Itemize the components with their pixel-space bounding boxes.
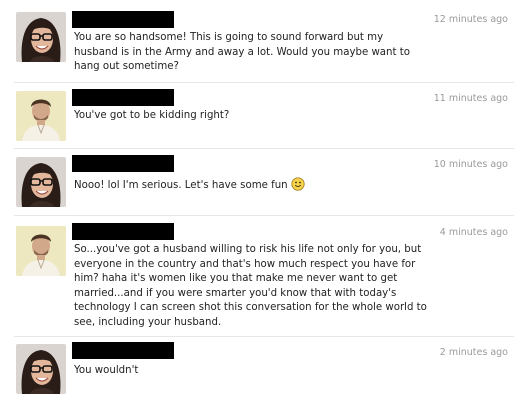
message-thread: 12 minutes ago You are so handsome! This…: [0, 0, 524, 415]
message-divider: [14, 148, 514, 149]
man-avatar-image: [16, 91, 66, 141]
sender-avatar[interactable]: [16, 157, 66, 207]
message-divider: [14, 82, 514, 83]
message-timestamp: 2 minutes ago: [439, 347, 508, 358]
message-text-content: Nooo! lol I'm serious. Let's have some f…: [74, 180, 288, 191]
message-text: So...you've got a husband willing to ris…: [74, 244, 427, 328]
message-divider: [14, 215, 514, 216]
redacted-sender-name: [72, 155, 174, 172]
message-text: Nooo! lol I'm serious. Let's have some f…: [74, 177, 430, 197]
message-divider: [14, 336, 514, 337]
message-timestamp: 12 minutes ago: [433, 14, 508, 25]
redacted-sender-name: [72, 223, 174, 240]
message-text: You are so handsome! This is going to so…: [74, 32, 410, 73]
message-timestamp: 4 minutes ago: [439, 227, 508, 238]
sender-avatar[interactable]: [16, 12, 66, 62]
woman-avatar-image: [16, 344, 66, 394]
redacted-sender-name: [72, 89, 174, 106]
message-text: You've got to be kidding right?: [74, 110, 230, 121]
sender-avatar[interactable]: [16, 91, 66, 141]
woman-avatar-image: [16, 157, 66, 207]
redacted-sender-name: [72, 11, 174, 28]
sender-avatar[interactable]: [16, 226, 66, 276]
smiley-face-icon: [290, 177, 305, 197]
man-avatar-image: [16, 226, 66, 276]
message-timestamp: 11 minutes ago: [433, 93, 508, 104]
redacted-sender-name: [72, 342, 174, 359]
sender-avatar[interactable]: [16, 344, 66, 394]
woman-avatar-image: [16, 12, 66, 62]
message-text: You wouldn't: [74, 365, 139, 376]
message-timestamp: 10 minutes ago: [433, 159, 508, 170]
